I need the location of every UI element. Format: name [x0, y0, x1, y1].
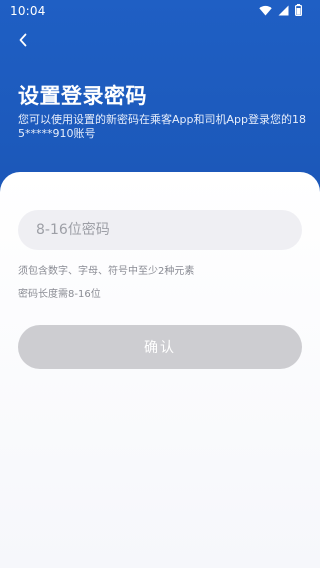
password-input[interactable]: [18, 210, 302, 250]
status-bar: 10:04: [0, 0, 320, 22]
back-button[interactable]: [12, 30, 34, 52]
confirm-button[interactable]: 确认: [18, 325, 302, 369]
page-description: 您可以使用设置的新密码在乘客App和司机App登录您的185*****910账号: [18, 113, 306, 140]
status-icons: [259, 4, 302, 16]
password-hint-composition: 须包含数字、字母、符号中至少2种元素: [18, 266, 195, 277]
signal-icon: [278, 5, 289, 16]
page-title: 设置登录密码: [18, 84, 147, 108]
status-time: 10:04: [10, 4, 46, 18]
chevron-left-icon: [18, 32, 28, 51]
password-hint-length: 密码长度需8-16位: [18, 289, 101, 300]
wifi-icon: [259, 5, 272, 16]
battery-icon: [295, 4, 302, 16]
screen: 10:04 设置登录密码 您可以使用设置的新密码在乘客App和司机App登录您的…: [0, 0, 320, 568]
